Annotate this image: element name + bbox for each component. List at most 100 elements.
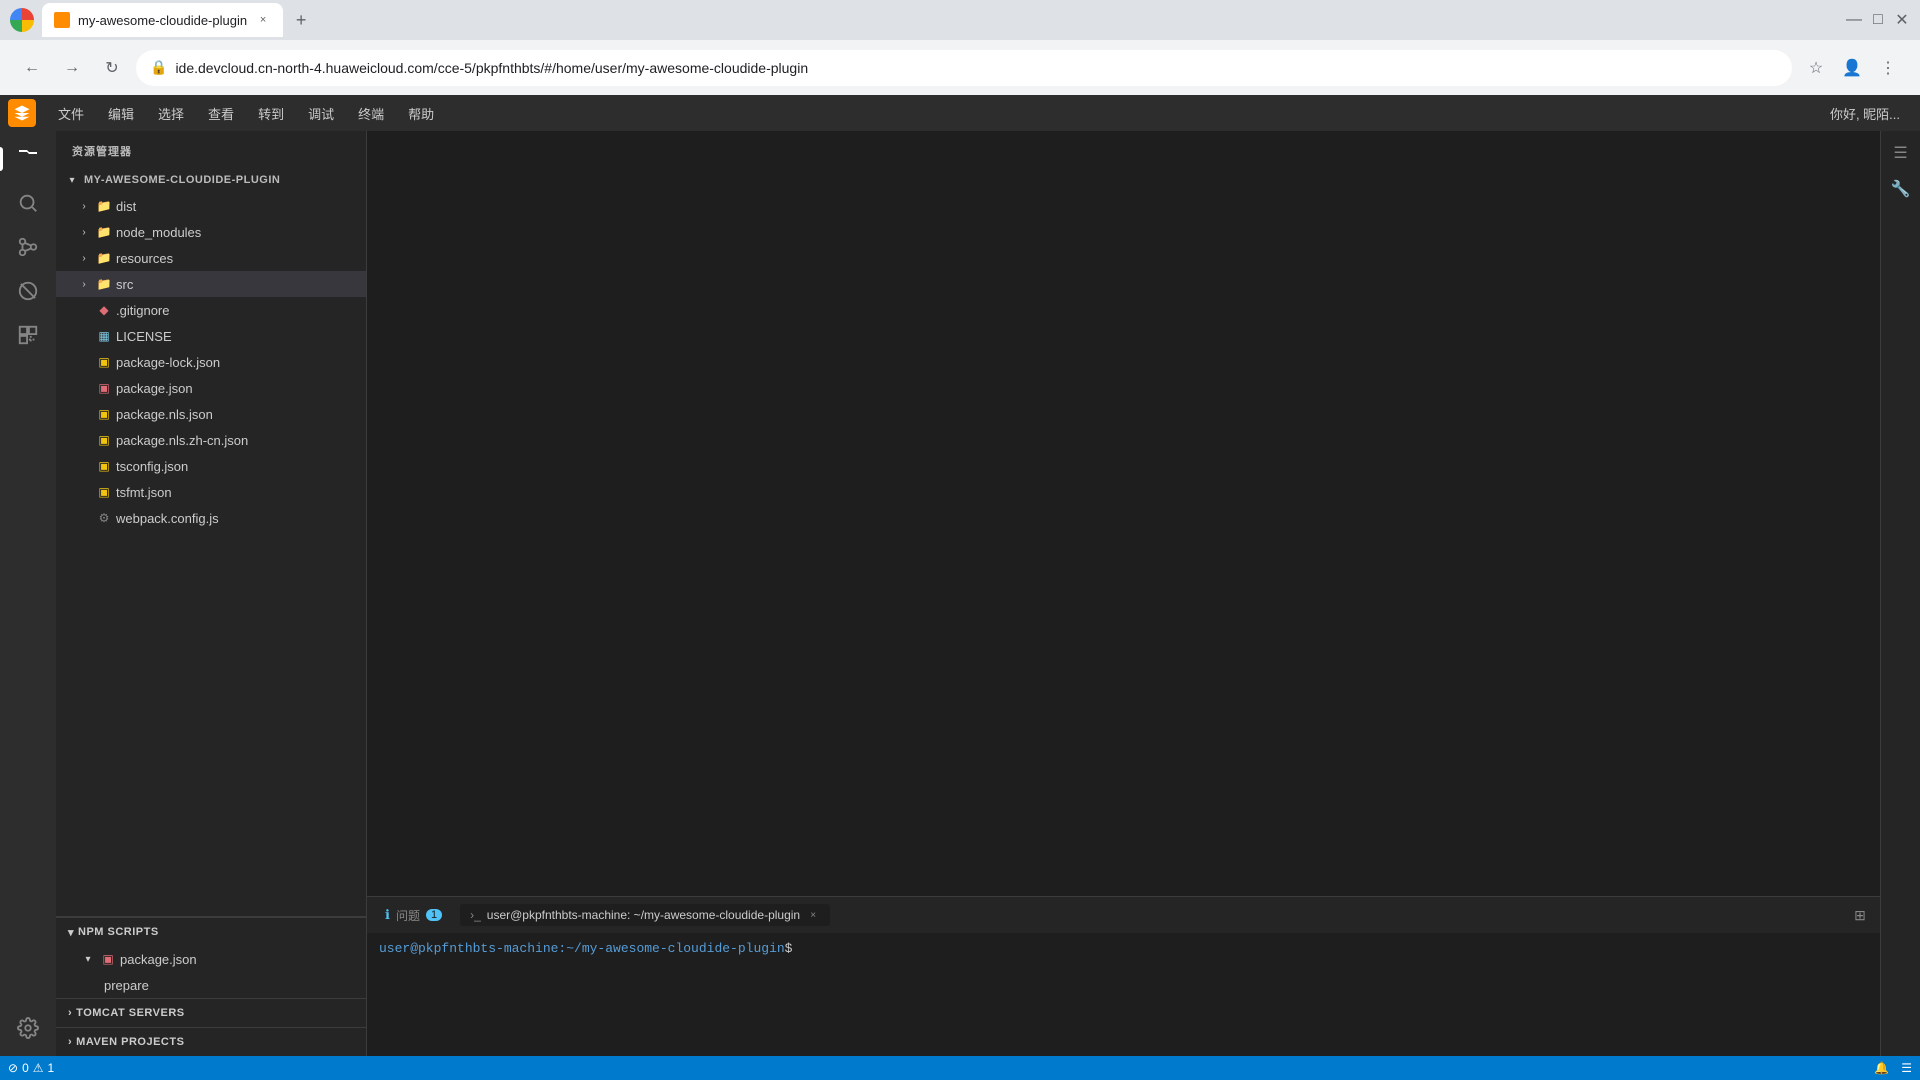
status-errors[interactable]: ⊘ 0 ⚠ 1 bbox=[8, 1061, 54, 1075]
status-right: 🔔 ☰ bbox=[1874, 1061, 1912, 1075]
folder-resources-label: resources bbox=[116, 251, 173, 266]
file-license-label: LICENSE bbox=[116, 329, 172, 344]
menu-debug[interactable]: 调试 bbox=[298, 100, 344, 127]
npm-script-prepare[interactable]: prepare bbox=[56, 972, 366, 998]
file-package-lock-json[interactable]: › ▣ package-lock.json bbox=[56, 349, 366, 375]
file-package-label: package.json bbox=[116, 381, 193, 396]
chevron-right-icon: › bbox=[76, 198, 92, 214]
folder-dist[interactable]: › 📁 dist bbox=[56, 193, 366, 219]
source-control-icon[interactable] bbox=[8, 227, 48, 267]
terminal-content[interactable]: user@pkpfnthbts-machine:~/my-awesome-clo… bbox=[367, 933, 1880, 1056]
menu-user: 你好, 昵陌... bbox=[1818, 104, 1912, 123]
npm-script-prepare-label: prepare bbox=[104, 978, 149, 993]
menu-file[interactable]: 文件 bbox=[48, 100, 94, 127]
file-gitignore[interactable]: › ◆ .gitignore bbox=[56, 297, 366, 323]
file-package-nls-label: package.nls.json bbox=[116, 407, 213, 422]
file-tsconfig-json[interactable]: › ▣ tsconfig.json bbox=[56, 453, 366, 479]
menu-help[interactable]: 帮助 bbox=[398, 100, 444, 127]
file-webpack-config-js[interactable]: › ⚙ webpack.config.js bbox=[56, 505, 366, 531]
menubar: 文件 编辑 选择 查看 转到 调试 终端 帮助 你好, 昵陌... bbox=[0, 95, 1920, 131]
folder-resources[interactable]: › 📁 resources bbox=[56, 245, 366, 271]
split-terminal-button[interactable]: ⊞ bbox=[1848, 903, 1872, 927]
files-icon[interactable] bbox=[8, 139, 48, 179]
status-bar: ⊘ 0 ⚠ 1 🔔 ☰ bbox=[0, 1056, 1920, 1080]
tab-problems[interactable]: ℹ 问题 1 bbox=[375, 903, 452, 928]
menu-view[interactable]: 查看 bbox=[198, 100, 244, 127]
chevron-down-icon: ▾ bbox=[68, 926, 74, 939]
active-tab[interactable]: my-awesome-cloudide-plugin × bbox=[42, 3, 283, 37]
right-list-icon[interactable]: ☰ bbox=[1887, 139, 1915, 167]
maximize-button[interactable]: □ bbox=[1870, 12, 1886, 28]
json-red-icon: ▣ bbox=[100, 951, 116, 967]
forward-button[interactable]: → bbox=[56, 52, 88, 84]
folder-node-modules[interactable]: › 📁 node_modules bbox=[56, 219, 366, 245]
gitignore-icon: ◆ bbox=[96, 302, 112, 318]
tab-terminal[interactable]: ›_ user@pkpfnthbts-machine: ~/my-awesome… bbox=[460, 904, 830, 926]
file-tsfmt-json[interactable]: › ▣ tsfmt.json bbox=[56, 479, 366, 505]
file-package-nls-zhcn-json[interactable]: › ▣ package.nls.zh-cn.json bbox=[56, 427, 366, 453]
tomcat-servers-section: › TOMCAT SERVERS bbox=[56, 998, 366, 1027]
menu-select[interactable]: 选择 bbox=[148, 100, 194, 127]
chevron-right-icon: › bbox=[68, 1007, 72, 1019]
npm-scripts-header[interactable]: ▾ NPM SCRIPTS bbox=[56, 918, 366, 946]
project-root[interactable]: ▾ MY-AWESOME-CLOUDIDE-PLUGIN bbox=[56, 167, 366, 193]
back-button[interactable]: ← bbox=[16, 52, 48, 84]
json-icon: ▣ bbox=[96, 484, 112, 500]
bookmark-button[interactable]: ☆ bbox=[1800, 52, 1832, 84]
new-tab-button[interactable]: + bbox=[287, 6, 315, 34]
maven-projects-section: › MAVEN PROJECTS bbox=[56, 1027, 366, 1056]
sidebar-content: ▾ MY-AWESOME-CLOUDIDE-PLUGIN › 📁 dist › … bbox=[56, 167, 366, 916]
refresh-button[interactable]: ↻ bbox=[96, 52, 128, 84]
right-panel: ☰ 🔧 bbox=[1880, 131, 1920, 1056]
terminal-panel: ℹ 问题 1 ›_ user@pkpfnthbts-machine: ~/my-… bbox=[367, 896, 1880, 1056]
search-icon[interactable] bbox=[8, 183, 48, 223]
terminal-prompt-dollar: $ bbox=[785, 941, 793, 956]
folder-src[interactable]: › 📁 src bbox=[56, 271, 366, 297]
tab-label: my-awesome-cloudide-plugin bbox=[78, 13, 247, 28]
license-icon: ▦ bbox=[96, 328, 112, 344]
address-actions: ☆ 👤 ⋮ bbox=[1800, 52, 1904, 84]
problems-icon: ℹ bbox=[385, 907, 390, 923]
npm-package-json[interactable]: ▾ ▣ package.json bbox=[56, 946, 366, 972]
extensions-icon[interactable] bbox=[8, 315, 48, 355]
right-plugin-icon[interactable]: 🔧 bbox=[1887, 175, 1915, 203]
minimize-button[interactable]: — bbox=[1846, 12, 1862, 28]
problems-label: 问题 bbox=[396, 907, 420, 924]
account-button[interactable]: 👤 bbox=[1836, 52, 1868, 84]
file-package-nls-json[interactable]: › ▣ package.nls.json bbox=[56, 401, 366, 427]
tab-close-button[interactable]: × bbox=[255, 12, 271, 28]
warning-count: 1 bbox=[48, 1061, 55, 1075]
file-gitignore-label: .gitignore bbox=[116, 303, 169, 318]
maven-projects-header[interactable]: › MAVEN PROJECTS bbox=[56, 1028, 366, 1056]
bell-icon[interactable]: 🔔 bbox=[1874, 1061, 1889, 1075]
chevron-down-icon: ▾ bbox=[64, 172, 80, 188]
close-window-button[interactable]: ✕ bbox=[1894, 12, 1910, 28]
folder-icon: 📁 bbox=[96, 276, 112, 292]
sidebar-header: 资源管理器 bbox=[56, 131, 366, 167]
debug-icon[interactable] bbox=[8, 271, 48, 311]
menu-goto[interactable]: 转到 bbox=[248, 100, 294, 127]
settings-icon[interactable] bbox=[8, 1008, 48, 1048]
folder-icon: 📁 bbox=[96, 250, 112, 266]
menu-edit[interactable]: 编辑 bbox=[98, 100, 144, 127]
npm-package-json-label: package.json bbox=[120, 952, 197, 967]
list-icon[interactable]: ☰ bbox=[1901, 1061, 1912, 1075]
file-tsconfig-label: tsconfig.json bbox=[116, 459, 188, 474]
folder-node-modules-label: node_modules bbox=[116, 225, 201, 240]
problems-badge: 1 bbox=[426, 909, 442, 921]
tomcat-servers-header[interactable]: › TOMCAT SERVERS bbox=[56, 999, 366, 1027]
menu-button[interactable]: ⋮ bbox=[1872, 52, 1904, 84]
activity-bar bbox=[0, 131, 56, 1056]
terminal-prompt-icon: ›_ bbox=[470, 908, 481, 922]
sidebar-bottom: ▾ NPM SCRIPTS ▾ ▣ package.json prepare bbox=[56, 916, 366, 1056]
file-package-nls-zhcn-label: package.nls.zh-cn.json bbox=[116, 433, 248, 448]
file-package-json[interactable]: › ▣ package.json bbox=[56, 375, 366, 401]
chevron-right-icon: › bbox=[76, 276, 92, 292]
file-license[interactable]: › ▦ LICENSE bbox=[56, 323, 366, 349]
chevron-right-icon: › bbox=[76, 224, 92, 240]
file-package-lock-label: package-lock.json bbox=[116, 355, 220, 370]
address-bar[interactable]: 🔒 ide.devcloud.cn-north-4.huaweicloud.co… bbox=[136, 50, 1792, 86]
menu-terminal[interactable]: 终端 bbox=[348, 100, 394, 127]
json-icon: ▣ bbox=[96, 458, 112, 474]
terminal-tab-close[interactable]: × bbox=[806, 908, 820, 922]
